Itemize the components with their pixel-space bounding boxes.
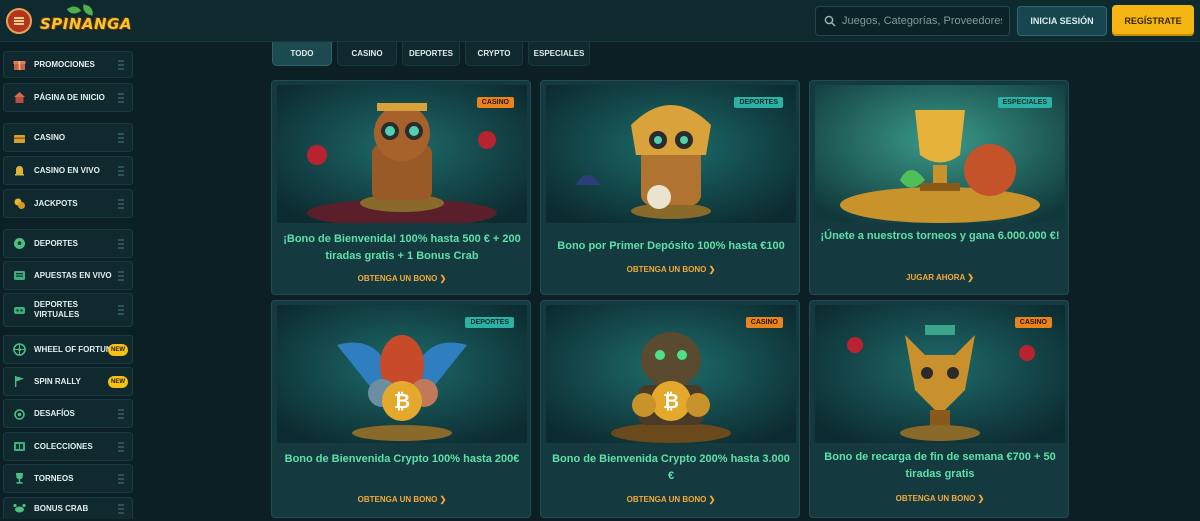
drag-handle-icon (118, 198, 124, 209)
promo-card[interactable]: DEPORTES Bono por Primer Depósito 100% h… (540, 80, 800, 295)
logo-text: SPINANGA (40, 15, 133, 33)
drag-handle-icon (118, 305, 124, 315)
card-title: Bono por Primer Depósito 100% hasta €100 (557, 240, 785, 252)
sidebar-item-desafios[interactable]: DESAFÍOS (3, 399, 133, 428)
category-tag: CASINO (476, 97, 514, 108)
sidebar-item-label: APUESTAS EN VIVO (34, 270, 112, 280)
album-icon (12, 440, 26, 454)
new-badge: NEW (108, 375, 128, 388)
ball-icon (12, 237, 26, 251)
wheel-icon (12, 343, 26, 357)
svg-text:₿: ₿ (663, 389, 679, 413)
sidebar-item-deportes[interactable]: DEPORTES (3, 229, 133, 258)
sidebar-item-label: WHEEL OF FORTUNE (34, 344, 117, 354)
sidebar-item-label: BONUS CRAB (34, 503, 89, 513)
promo-card[interactable]: ₿ DEPORTES Bono de Bienvenida Crypto 100… (271, 300, 531, 518)
brand-logo[interactable]: SPINANGA (40, 3, 133, 38)
gift-icon (12, 58, 26, 72)
menu-toggle-button[interactable] (6, 8, 32, 34)
sidebar-item-label: DEPORTES VIRTUALES (34, 300, 80, 319)
drag-handle-icon (118, 441, 124, 452)
sidebar-item-torneos[interactable]: TORNEOS (3, 464, 133, 493)
drag-handle-icon (118, 473, 124, 484)
category-tag: DEPORTES (465, 317, 514, 328)
sidebar-item-inicio[interactable]: PÁGINA DE INICIO (3, 83, 133, 112)
home-icon (12, 91, 26, 105)
sidebar-item-spin-rally[interactable]: SPIN RALLY NEW (3, 367, 133, 396)
sidebar-item-label: DESAFÍOS (34, 408, 75, 418)
drag-handle-icon (118, 503, 124, 514)
get-bonus-link[interactable]: OBTENGA UN BONO ❯ (549, 495, 793, 504)
top-header: SPINANGA INICIA SESIÓN REGÍSTRATE (0, 0, 1200, 42)
sidebar-item-casino-en-vivo[interactable]: CASINO EN VIVO (3, 156, 133, 185)
sidebar-item-bonus-crab[interactable]: BONUS CRAB (3, 497, 133, 519)
sidebar-item-casino[interactable]: CASINO (3, 123, 133, 152)
get-bonus-link[interactable]: OBTENGA UN BONO ❯ (818, 494, 1062, 503)
drag-handle-icon (118, 408, 124, 419)
tab-crypto[interactable]: CRYPTO (465, 42, 523, 66)
drag-handle-icon (118, 132, 124, 143)
sidebar-item-label: SPIN RALLY (34, 376, 81, 386)
bell-icon (12, 164, 26, 178)
tab-deportes[interactable]: DEPORTES (402, 42, 460, 66)
promo-card[interactable]: ESPECIALES ¡Únete a nuestros torneos y g… (809, 80, 1069, 295)
sidebar-item-colecciones[interactable]: COLECCIONES (3, 432, 133, 461)
get-bonus-link[interactable]: OBTENGA UN BONO ❯ (280, 274, 524, 283)
sidebar-item-deportes-virtuales[interactable]: DEPORTES VIRTUALES (3, 293, 133, 327)
category-tag: ESPECIALES (997, 97, 1052, 108)
virtual-sports-icon (12, 303, 26, 317)
medal-icon (12, 407, 26, 421)
sidebar-item-label: TORNEOS (34, 473, 74, 483)
sidebar-item-label: CASINO EN VIVO (34, 165, 100, 175)
sidebar-item-label: PÁGINA DE INICIO (34, 92, 105, 102)
card-title: Bono de Bienvenida Crypto 100% hasta 200… (284, 453, 520, 465)
sidebar-item-wheel-of-fortune[interactable]: WHEEL OF FORTUNE NEW (3, 335, 133, 364)
category-tag: CASINO (1014, 317, 1052, 328)
get-bonus-link[interactable]: OBTENGA UN BONO ❯ (280, 495, 524, 504)
tab-casino[interactable]: CASINO (337, 42, 397, 66)
search-input[interactable] (842, 15, 1002, 27)
live-icon (12, 269, 26, 283)
flag-icon (12, 375, 26, 389)
search-box[interactable] (815, 6, 1010, 36)
trophy-icon (12, 472, 26, 486)
sidebar-item-label: CASINO (34, 132, 66, 142)
search-icon (824, 15, 836, 27)
sidebar-item-promociones[interactable]: PROMOCIONES (3, 51, 133, 78)
promo-card[interactable]: CASINO ¡Bono de Bienvenida! 100% hasta 5… (271, 80, 531, 295)
card-title: Bono de recarga de fin de semana €700 + … (824, 451, 1056, 480)
menu-icon (14, 17, 24, 25)
card-title: ¡Únete a nuestros torneos y gana 6.000.0… (820, 230, 1060, 242)
drag-handle-icon (118, 92, 124, 103)
sidebar-item-jackpots[interactable]: JACKPOTS (3, 189, 133, 218)
card-title: Bono de Bienvenida Crypto 200% hasta 3.0… (552, 453, 790, 482)
promo-card[interactable]: ₿ CASINO Bono de Bienvenida Crypto 200% … (540, 300, 800, 518)
category-tag: CASINO (745, 317, 783, 328)
play-now-link[interactable]: JUGAR AHORA ❯ (818, 273, 1062, 282)
get-bonus-link[interactable]: OBTENGA UN BONO ❯ (549, 265, 793, 274)
svg-text:₿: ₿ (394, 389, 410, 413)
drag-handle-icon (118, 270, 124, 281)
drag-handle-icon (118, 59, 124, 70)
login-button[interactable]: INICIA SESIÓN (1017, 6, 1107, 36)
sidebar-item-apuestas-en-vivo[interactable]: APUESTAS EN VIVO (3, 261, 133, 290)
category-tag: DEPORTES (734, 97, 783, 108)
promo-card[interactable]: CASINO Bono de recarga de fin de semana … (809, 300, 1069, 518)
tab-todo[interactable]: TODO (272, 42, 332, 66)
sidebar-item-label: PROMOCIONES (34, 59, 95, 69)
coins-icon (12, 197, 26, 211)
new-badge: NEW (108, 343, 128, 356)
sidebar-nav: PROMOCIONES PÁGINA DE INICIO CASINO CASI… (0, 42, 138, 521)
sidebar-item-label: JACKPOTS (34, 198, 78, 208)
register-button[interactable]: REGÍSTRATE (1112, 5, 1194, 36)
sidebar-item-label: DEPORTES (34, 238, 79, 248)
drag-handle-icon (118, 238, 124, 249)
sidebar-item-label: COLECCIONES (34, 441, 93, 451)
tab-especiales[interactable]: ESPECIALES (528, 42, 590, 66)
drag-handle-icon (118, 165, 124, 176)
card-title: ¡Bono de Bienvenida! 100% hasta 500 € + … (283, 233, 521, 262)
crab-icon (12, 502, 26, 516)
chest-icon (12, 131, 26, 145)
